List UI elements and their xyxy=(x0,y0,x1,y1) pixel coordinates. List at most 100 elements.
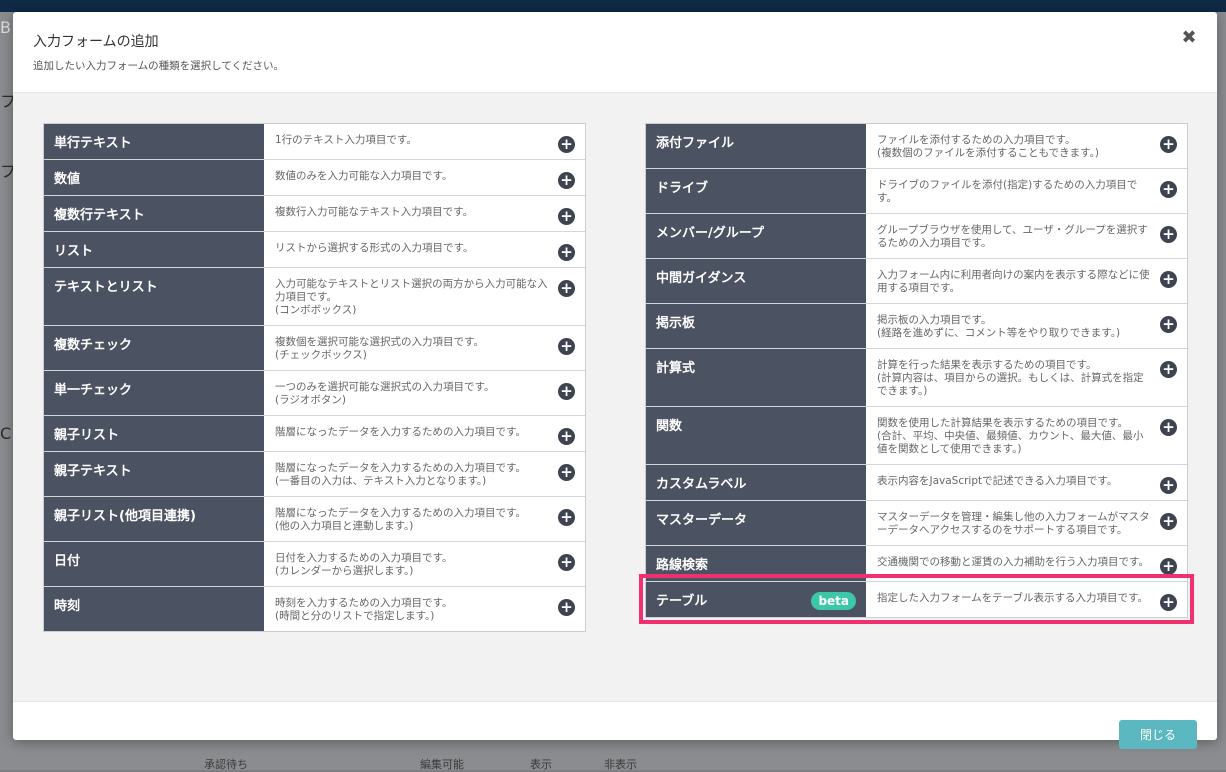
form-type-name: 親子リスト(他項目連携) xyxy=(44,497,264,541)
form-type-item[interactable]: 日付 日付を入力するための入力項目です。 (カレンダーから選択します。) + xyxy=(44,541,585,586)
form-type-item[interactable]: 単行テキスト 1行のテキスト入力項目です。 + xyxy=(44,124,585,159)
add-icon[interactable]: + xyxy=(1160,477,1177,494)
form-type-name-label: 日付 xyxy=(54,554,81,569)
modal-body: 単行テキスト 1行のテキスト入力項目です。 + 数値 数値のみを入力可能な入力項目です。… xyxy=(13,93,1217,701)
add-icon[interactable]: + xyxy=(1160,181,1177,198)
form-type-name-label: 添付ファイル xyxy=(656,136,735,151)
form-type-item[interactable]: マスターデータ マスターデータを管理・編集し他の入力フォームがマスターデータへアク… xyxy=(646,500,1187,545)
form-type-item[interactable]: 親子テキスト 階層になったデータを入力するための入力項目です。 (一番目の入力は、… xyxy=(44,451,585,496)
form-type-name: テーブル beta xyxy=(646,582,866,617)
add-icon[interactable]: + xyxy=(558,244,575,261)
form-type-item[interactable]: 添付ファイル ファイルを添付するための入力項目です。 (複数個のファイルを添付する… xyxy=(646,124,1187,168)
form-type-name-label: 親子テキスト xyxy=(54,464,132,479)
add-icon[interactable]: + xyxy=(1160,226,1177,243)
form-type-description: 入力可能なテキストとリスト選択の両方から入力可能な入力項目です。 (コンボボック… xyxy=(264,268,585,325)
form-type-name-label: テキストとリスト xyxy=(54,280,158,295)
form-type-description: 階層になったデータを入力するための入力項目です。 (一番目の入力は、テキスト入力… xyxy=(264,452,585,496)
form-type-description-text: 関数を使用した計算結果を表示するための項目です。 (合計、平均、中央値、最頻値、… xyxy=(877,417,1144,455)
form-type-item[interactable]: テキストとリスト 入力可能なテキストとリスト選択の両方から入力可能な入力項目です。… xyxy=(44,267,585,325)
form-type-list-right: 添付ファイル ファイルを添付するための入力項目です。 (複数個のファイルを添付する… xyxy=(639,123,1194,624)
add-icon[interactable]: + xyxy=(1160,419,1177,436)
form-type-description: リストから選択する形式の入力項目です。 + xyxy=(264,232,585,267)
add-icon[interactable]: + xyxy=(558,136,575,153)
form-type-name: 添付ファイル xyxy=(646,124,866,168)
modal-footer: 閉じる xyxy=(13,701,1217,749)
form-type-description: 指定した入力フォームをテーブル表示する入力項目です。 + xyxy=(866,582,1187,617)
add-icon[interactable]: + xyxy=(558,509,575,526)
form-type-item[interactable]: 親子リスト 階層になったデータを入力するための入力項目です。 + xyxy=(44,415,585,451)
add-icon[interactable]: + xyxy=(1160,558,1177,575)
form-type-name-label: 中間ガイダンス xyxy=(656,271,747,286)
form-type-description: 一つのみを選択可能な選択式の入力項目です。 (ラジオボタン) + xyxy=(264,371,585,415)
form-type-item[interactable]: 数値 数値のみを入力可能な入力項目です。 + xyxy=(44,159,585,195)
form-type-description-text: 掲示板の入力項目です。 (経路を進めずに、コメント等をやり取りできます。) xyxy=(877,314,1121,339)
form-type-item[interactable]: テーブル beta 指定した入力フォームをテーブル表示する入力項目です。 + xyxy=(639,574,1194,624)
form-type-item[interactable]: ドライブ ドライブのファイルを添付(指定)するための入力項目です。 + xyxy=(646,168,1187,213)
form-type-name-label: マスターデータ xyxy=(656,513,748,528)
form-type-name-label: 時刻 xyxy=(54,599,81,614)
form-type-item[interactable]: 親子リスト(他項目連携) 階層になったデータを入力するための入力項目です。 (他の… xyxy=(44,496,585,541)
form-type-description: 入力フォーム内に利用者向けの案内を表示する際などに使用する項目です。 + xyxy=(866,259,1187,303)
form-type-item[interactable]: メンバー/グループ グループブラウザを使用して、ユーザ・グループを選択するための入… xyxy=(646,213,1187,258)
add-icon[interactable]: + xyxy=(1160,316,1177,333)
modal-header: 入力フォームの追加 追加したい入力フォームの種類を選択してください。 ✖ xyxy=(13,12,1217,93)
form-type-item[interactable]: カスタムラベル 表示内容をJavaScriptで記述できる入力項目です。 + xyxy=(646,464,1187,500)
form-type-description-text: 数値のみを入力可能な入力項目です。 xyxy=(275,170,453,182)
form-type-name-label: 路線検索 xyxy=(656,558,709,573)
add-icon[interactable]: + xyxy=(1160,271,1177,288)
form-type-description-text: 1行のテキスト入力項目です。 xyxy=(275,134,417,146)
close-button[interactable]: 閉じる xyxy=(1119,720,1197,749)
form-type-name: 単行テキスト xyxy=(44,124,264,159)
form-type-name: カスタムラベル xyxy=(646,465,866,500)
form-type-description: マスターデータを管理・編集し他の入力フォームがマスターデータへアクセスするのをサ… xyxy=(866,501,1187,545)
add-icon[interactable]: + xyxy=(558,428,575,445)
form-type-name: 時刻 xyxy=(44,587,264,631)
add-icon[interactable]: + xyxy=(1160,513,1177,530)
form-type-description-text: ファイルを添付するための入力項目です。 (複数個のファイルを添付することもできま… xyxy=(877,134,1099,159)
form-type-name: 掲示板 xyxy=(646,304,866,348)
form-type-name: 計算式 xyxy=(646,349,866,406)
form-type-name-label: 単行テキスト xyxy=(54,136,132,151)
form-type-description: 複数行入力可能なテキスト入力項目です。 + xyxy=(264,196,585,231)
form-type-name-label: 掲示板 xyxy=(656,316,696,331)
form-type-description: 階層になったデータを入力するための入力項目です。 + xyxy=(264,416,585,451)
form-type-item[interactable]: 時刻 時刻を入力するための入力項目です。 (時間と分のリストで指定します。) + xyxy=(44,586,585,631)
add-icon[interactable]: + xyxy=(1160,136,1177,153)
form-type-item[interactable]: 複数行テキスト 複数行入力可能なテキスト入力項目です。 + xyxy=(44,195,585,231)
form-type-description: 交通機関での移動と運賃の入力補助を行う入力項目です。 + xyxy=(866,546,1187,581)
form-type-description: 時刻を入力するための入力項目です。 (時間と分のリストで指定します。) + xyxy=(264,587,585,631)
close-icon[interactable]: ✖ xyxy=(1179,28,1199,48)
form-type-description-text: 階層になったデータを入力するための入力項目です。 (一番目の入力は、テキスト入力… xyxy=(275,462,526,487)
form-type-description-text: 計算を行った結果を表示するための項目です。 (計算内容は、項目からの選択。もしく… xyxy=(877,359,1144,397)
form-type-name-label: テーブル xyxy=(656,594,708,609)
add-icon[interactable]: + xyxy=(558,208,575,225)
form-type-name-label: メンバー/グループ xyxy=(656,226,764,241)
add-form-modal: 入力フォームの追加 追加したい入力フォームの種類を選択してください。 ✖ 単行テ… xyxy=(13,12,1217,749)
form-type-item[interactable]: リスト リストから選択する形式の入力項目です。 + xyxy=(44,231,585,267)
form-type-item[interactable]: 計算式 計算を行った結果を表示するための項目です。 (計算内容は、項目からの選択。… xyxy=(646,348,1187,406)
add-icon[interactable]: + xyxy=(558,464,575,481)
form-type-item[interactable]: 関数 関数を使用した計算結果を表示するための項目です。 (合計、平均、中央値、最頻… xyxy=(646,406,1187,464)
form-type-item[interactable]: 掲示板 掲示板の入力項目です。 (経路を進めずに、コメント等をやり取りできます。)… xyxy=(646,303,1187,348)
background-edge-glyph: B xyxy=(0,18,11,37)
form-type-item[interactable]: 中間ガイダンス 入力フォーム内に利用者向けの案内を表示する際などに使用する項目です… xyxy=(646,258,1187,303)
add-icon[interactable]: + xyxy=(558,280,575,297)
form-type-name-label: ドライブ xyxy=(656,181,709,196)
form-type-name-label: 数値 xyxy=(54,172,81,187)
form-type-description: グループブラウザを使用して、ユーザ・グループを選択するための入力項目です。 + xyxy=(866,214,1187,258)
add-icon[interactable]: + xyxy=(558,599,575,616)
form-type-name: 単一チェック xyxy=(44,371,264,415)
add-icon[interactable]: + xyxy=(1160,361,1177,378)
form-type-name-label: 計算式 xyxy=(656,361,696,376)
add-icon[interactable]: + xyxy=(558,554,575,571)
add-icon[interactable]: + xyxy=(1160,594,1177,611)
form-type-item[interactable]: 路線検索 交通機関での移動と運賃の入力補助を行う入力項目です。 + xyxy=(646,545,1187,581)
add-icon[interactable]: + xyxy=(558,172,575,189)
form-type-name-label: 親子リスト xyxy=(54,428,120,443)
form-type-item[interactable]: 単一チェック 一つのみを選択可能な選択式の入力項目です。 (ラジオボタン) + xyxy=(44,370,585,415)
add-icon[interactable]: + xyxy=(558,338,575,355)
form-type-description: 表示内容をJavaScriptで記述できる入力項目です。 + xyxy=(866,465,1187,500)
form-type-item[interactable]: 複数チェック 複数個を選択可能な選択式の入力項目です。 (チェックボックス) + xyxy=(44,325,585,370)
background-edge-glyph: C xyxy=(0,424,12,443)
add-icon[interactable]: + xyxy=(558,383,575,400)
